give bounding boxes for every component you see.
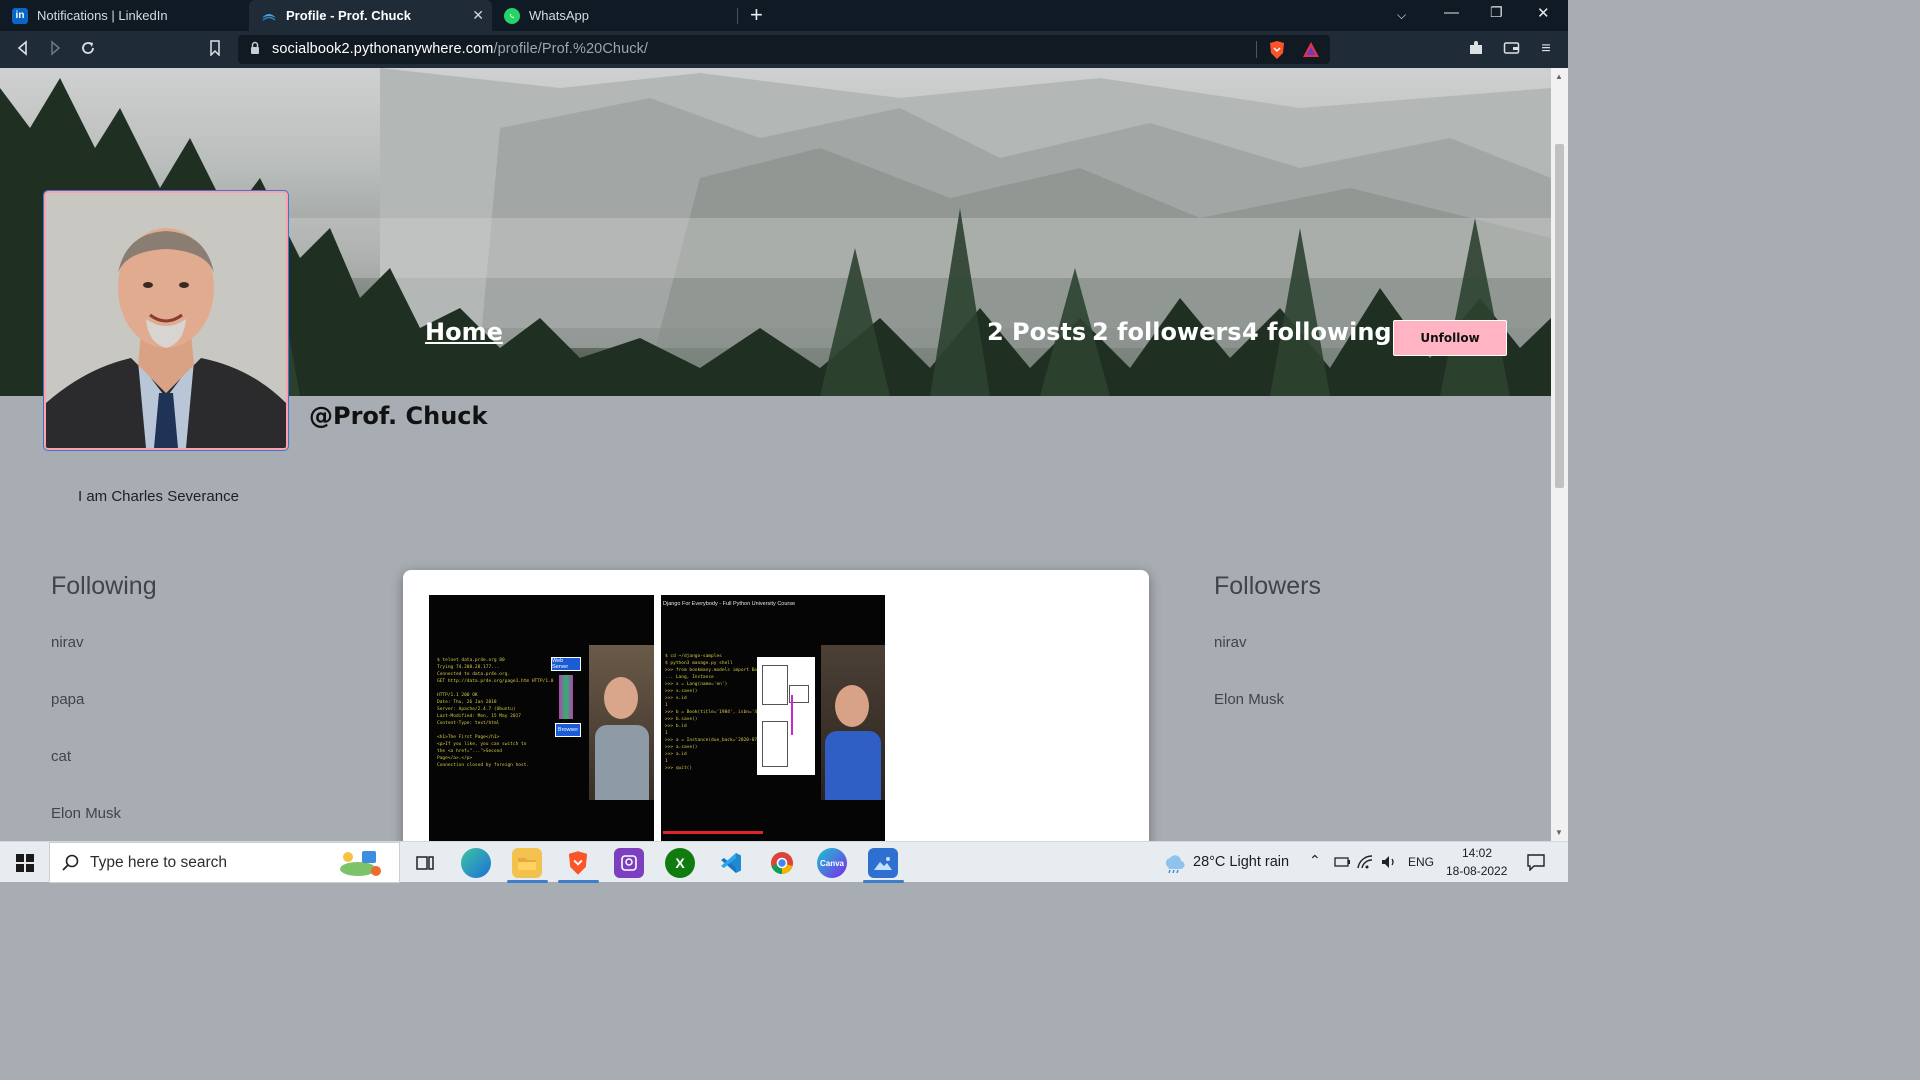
- task-view-icon[interactable]: [410, 848, 440, 878]
- url-path: /profile/Prof.%20Chuck/: [493, 41, 649, 57]
- tab-whatsapp[interactable]: WhatsApp: [492, 0, 736, 31]
- tab-strip: in Notifications | LinkedIn Profile - Pr…: [0, 0, 1568, 31]
- windows-taskbar: Type here to search X Canva 28°C Light r…: [0, 841, 1568, 883]
- follower-item[interactable]: nirav: [1214, 634, 1247, 651]
- post-thumbnail-1[interactable]: $ telnet data.pr4e.org 80 Trying 74.208.…: [429, 595, 654, 841]
- following-heading: Following: [51, 572, 157, 600]
- browser-label: Browser: [555, 723, 581, 737]
- brave-shields-icon[interactable]: [1268, 40, 1286, 65]
- profile-page: Home 2 Posts 2 followers 4 following Unf…: [0, 68, 1551, 841]
- clock-time[interactable]: 14:02: [1462, 846, 1492, 860]
- tab-title: Profile - Prof. Chuck: [286, 8, 411, 23]
- clock-date[interactable]: 18-08-2022: [1446, 864, 1507, 878]
- profile-avatar: [43, 190, 289, 451]
- tab-linkedin[interactable]: in Notifications | LinkedIn: [0, 0, 248, 31]
- xbox-icon[interactable]: X: [665, 848, 695, 878]
- tab-separator: [737, 8, 738, 24]
- wifi-icon[interactable]: [1357, 854, 1375, 875]
- reload-icon[interactable]: [79, 40, 97, 58]
- profile-username: @Prof. Chuck: [309, 402, 488, 430]
- web-server-label: Web Server: [551, 657, 581, 671]
- search-icon: [62, 854, 79, 871]
- active-app-indicator: [558, 880, 599, 883]
- active-app-indicator: [507, 880, 548, 883]
- tray-chevron-icon[interactable]: ⌃: [1309, 852, 1321, 869]
- address-bar[interactable]: socialbook2.pythonanywhere.com/profile/P…: [238, 35, 1330, 64]
- follower-item[interactable]: Elon Musk: [1214, 691, 1284, 708]
- restore-icon[interactable]: ❐: [1490, 4, 1503, 21]
- profile-bio: I am Charles Severance: [78, 488, 239, 505]
- close-tab-icon[interactable]: ✕: [472, 7, 484, 24]
- scroll-up-icon[interactable]: ▲: [1555, 72, 1563, 81]
- brave-icon[interactable]: [563, 848, 593, 878]
- menu-icon[interactable]: ≡: [1537, 40, 1555, 58]
- forward-icon[interactable]: [46, 40, 64, 58]
- tab-title: WhatsApp: [529, 8, 589, 23]
- scrollbar-thumb[interactable]: [1555, 144, 1564, 488]
- vscode-icon[interactable]: [716, 848, 746, 878]
- scroll-down-icon[interactable]: ▼: [1555, 828, 1563, 837]
- wallet-icon[interactable]: [1502, 40, 1520, 58]
- posts-count: 2 Posts: [987, 318, 1087, 346]
- home-link[interactable]: Home: [425, 318, 503, 346]
- video-caption: Django For Everybody - Full Python Unive…: [663, 601, 796, 607]
- back-icon[interactable]: [14, 40, 32, 58]
- active-app-indicator: [863, 880, 904, 883]
- taskbar-search-box[interactable]: Type here to search: [49, 842, 400, 883]
- brave-rewards-icon[interactable]: [1302, 41, 1320, 63]
- search-highlight-icon: [336, 847, 386, 879]
- canva-icon[interactable]: Canva: [817, 848, 847, 878]
- followers-count[interactable]: 2 followers: [1092, 318, 1242, 346]
- presenter-video: [821, 645, 885, 800]
- tab-profile[interactable]: Profile - Prof. Chuck ✕: [249, 0, 492, 31]
- app-icon[interactable]: [614, 848, 644, 878]
- whatsapp-icon: [504, 7, 520, 24]
- post-thumbnail-2[interactable]: Django For Everybody - Full Python Unive…: [661, 595, 885, 841]
- weather-text[interactable]: 28°C Light rain: [1193, 854, 1289, 870]
- volume-icon[interactable]: [1380, 854, 1398, 875]
- weather-icon: [1162, 853, 1186, 878]
- following-item[interactable]: cat: [51, 748, 71, 765]
- following-item[interactable]: nirav: [51, 634, 84, 651]
- linkedin-icon: in: [12, 7, 28, 24]
- video-progress-bar: [663, 831, 763, 834]
- diagram-graphic: [757, 657, 815, 775]
- bookmark-icon[interactable]: [206, 40, 224, 58]
- url-host: socialbook2.pythonanywhere.com: [272, 41, 494, 57]
- battery-icon[interactable]: [1333, 855, 1351, 874]
- file-explorer-icon[interactable]: [512, 848, 542, 878]
- following-item[interactable]: Elon Musk: [51, 805, 121, 822]
- photos-icon[interactable]: [868, 848, 898, 878]
- network-graphic: [559, 675, 573, 719]
- language-indicator[interactable]: ENG: [1408, 855, 1434, 869]
- lock-icon: [251, 41, 259, 54]
- unfollow-button[interactable]: Unfollow: [1393, 320, 1507, 356]
- edge-icon[interactable]: [461, 848, 491, 878]
- following-item[interactable]: papa: [51, 691, 84, 708]
- page-scrollbar[interactable]: ▲ ▼: [1551, 68, 1568, 841]
- minimize-icon[interactable]: —: [1444, 4, 1459, 21]
- new-tab-icon[interactable]: +: [750, 3, 763, 27]
- notifications-icon[interactable]: [1526, 853, 1546, 876]
- tab-title: Notifications | LinkedIn: [37, 8, 168, 23]
- tab-list-chevron-icon[interactable]: ⌵: [1397, 8, 1406, 23]
- chrome-icon[interactable]: [767, 848, 797, 878]
- following-count[interactable]: 4 following: [1242, 318, 1392, 346]
- close-window-icon[interactable]: ✕: [1537, 4, 1550, 22]
- extensions-icon[interactable]: [1467, 40, 1485, 58]
- url-divider: [1256, 41, 1257, 58]
- site-icon: [261, 8, 277, 24]
- url-text[interactable]: socialbook2.pythonanywhere.com/profile/P…: [272, 41, 648, 57]
- posts-card: $ telnet data.pr4e.org 80 Trying 74.208.…: [403, 570, 1149, 841]
- windows-start-icon[interactable]: [16, 854, 34, 877]
- search-placeholder: Type here to search: [90, 854, 227, 871]
- presenter-video: [589, 645, 654, 800]
- followers-heading: Followers: [1214, 572, 1321, 600]
